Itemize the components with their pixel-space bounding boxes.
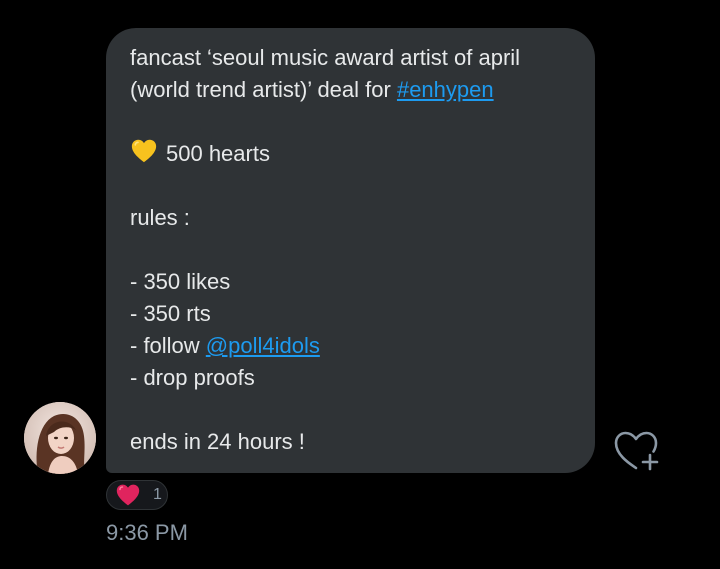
heart-plus-icon: [614, 431, 659, 471]
message-line-2: (world trend artist)’ deal for #enhypen: [130, 74, 575, 106]
hearts-line: 500 hearts: [130, 138, 575, 170]
message-line-2-text: (world trend artist)’ deal for: [130, 77, 397, 102]
reaction-pill[interactable]: 1: [106, 480, 168, 510]
avatar[interactable]: [24, 402, 96, 474]
rule-follow-text: - follow: [130, 333, 206, 358]
rule-drop-proofs: - drop proofs: [130, 365, 255, 390]
hearts-text: 500 hearts: [166, 141, 270, 166]
rule-likes: - 350 likes: [130, 269, 231, 294]
message-line-1: fancast ‘seoul music award artist of apr…: [130, 45, 521, 70]
message-bubble[interactable]: fancast ‘seoul music award artist of apr…: [106, 28, 595, 473]
add-reaction-button[interactable]: [612, 428, 662, 474]
message-timestamp: 9:36 PM: [106, 520, 188, 545]
ending-line: ends in 24 hours !: [130, 429, 305, 454]
rules-title: rules :: [130, 205, 190, 230]
reaction-count: 1: [153, 486, 162, 503]
rule-follow: - follow @poll4idols: [130, 330, 575, 362]
hashtag-link-enhypen[interactable]: #enhypen: [397, 77, 494, 102]
mention-link-poll4idols[interactable]: @poll4idols: [206, 333, 320, 358]
red-heart-icon: [116, 484, 140, 506]
avatar-image: [24, 402, 96, 474]
rule-rts: - 350 rts: [130, 301, 211, 326]
yellow-heart-icon: [131, 139, 157, 163]
dm-conversation-screen: fancast ‘seoul music award artist of apr…: [0, 0, 720, 569]
